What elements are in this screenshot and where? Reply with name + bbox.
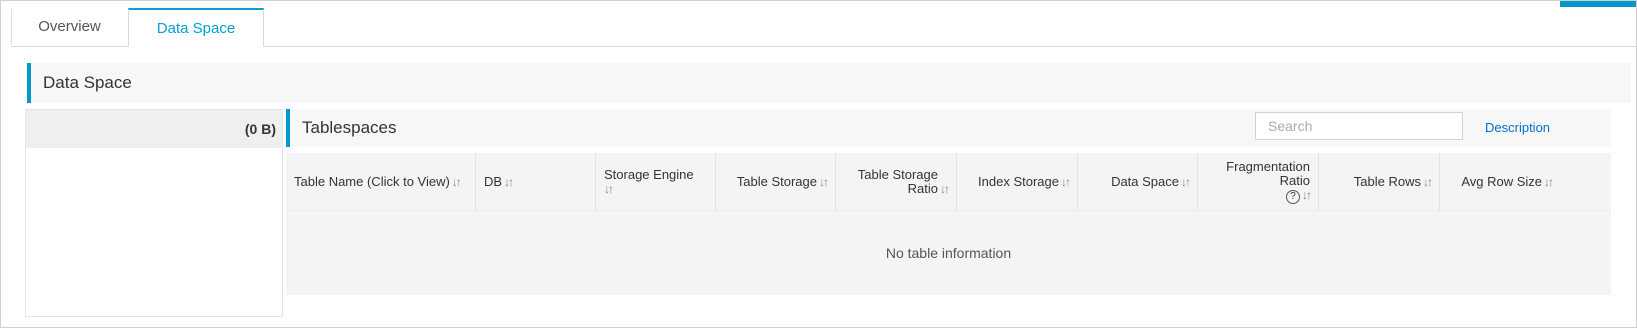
col-label: Storage Engine (604, 167, 694, 182)
tablespaces-header: Tablespaces Description (286, 109, 1611, 147)
col-label: Data Space (1111, 174, 1179, 189)
col-label: Index Storage (978, 174, 1059, 189)
sort-arrows-icon[interactable]: ↓↑ (1181, 175, 1191, 189)
top-accent-bar (1560, 1, 1636, 7)
sort-arrows-icon[interactable]: ↓↑ (940, 182, 950, 196)
sort-arrows-icon[interactable]: ↓↑ (452, 175, 462, 189)
page-frame: Overview Data Space Data Space (0 B) Tab… (0, 0, 1637, 328)
description-link[interactable]: Description (1485, 109, 1550, 147)
col-storage-engine[interactable]: Storage Engine ↓↑ (596, 153, 716, 210)
sort-arrows-icon[interactable]: ↓↑ (1302, 188, 1312, 202)
empty-state-message: No table information (286, 210, 1611, 296)
col-fragmentation-ratio[interactable]: Fragmentation Ratio? ↓↑ (1198, 153, 1319, 210)
section-header: Data Space (27, 63, 1631, 103)
sort-arrows-icon[interactable]: ↓↑ (604, 182, 614, 196)
tablespaces-title: Tablespaces (302, 118, 397, 137)
sort-arrows-icon[interactable]: ↓↑ (1544, 175, 1554, 189)
col-table-storage[interactable]: Table Storage ↓↑ (716, 153, 836, 210)
sort-arrows-icon[interactable]: ↓↑ (819, 175, 829, 189)
col-db[interactable]: DB ↓↑ (476, 153, 596, 210)
col-table-name[interactable]: Table Name (Click to View) ↓↑ (286, 153, 476, 210)
tab-bar: Overview Data Space (11, 8, 1636, 47)
question-circle-icon[interactable]: ? (1286, 189, 1300, 204)
table-header-row: Table Name (Click to View) ↓↑ DB ↓↑ Storag… (286, 153, 1611, 210)
col-label: Fragmentation Ratio (1226, 158, 1310, 188)
tablespaces-table: Table Name (Click to View) ↓↑ DB ↓↑ Storag… (286, 153, 1611, 295)
col-table-storage-ratio[interactable]: Table Storage Ratio ↓↑ (836, 153, 957, 210)
left-panel: (0 B) (25, 109, 283, 317)
tab-overview[interactable]: Overview (11, 9, 127, 45)
col-label: Table Rows (1353, 174, 1421, 189)
section-title: Data Space (43, 73, 132, 92)
sort-arrows-icon[interactable]: ↓↑ (1061, 175, 1071, 189)
sort-arrows-icon[interactable]: ↓↑ (1423, 175, 1433, 189)
sort-arrows-icon[interactable]: ↓↑ (504, 175, 514, 189)
col-label: DB (484, 174, 503, 189)
col-avg-row-size[interactable]: Avg Row Size ↓↑ (1440, 153, 1560, 210)
col-label: Table Storage Ratio (857, 166, 938, 196)
tab-data-space[interactable]: Data Space (128, 8, 264, 47)
col-label: Table Storage (736, 174, 817, 189)
col-table-rows[interactable]: Table Rows ↓↑ (1319, 153, 1440, 210)
total-size-label: (0 B) (26, 110, 282, 148)
search-input[interactable] (1255, 112, 1463, 140)
col-label: Avg Row Size (1461, 174, 1542, 189)
col-index-storage[interactable]: Index Storage ↓↑ (957, 153, 1078, 210)
col-label: Table Name (Click to View) (294, 174, 450, 189)
col-data-space[interactable]: Data Space ↓↑ (1078, 153, 1198, 210)
